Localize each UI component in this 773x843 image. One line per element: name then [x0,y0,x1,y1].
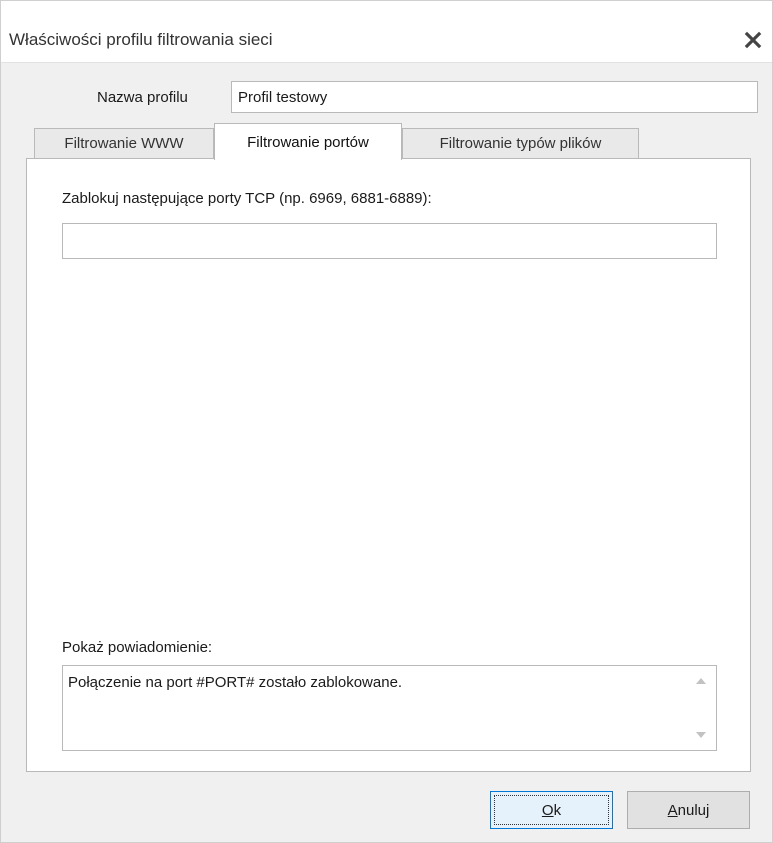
cancel-button[interactable]: Anuluj [627,791,750,829]
profile-name-label: Nazwa profilu [97,89,188,106]
close-icon [744,31,762,49]
window-title: Właściwości profilu filtrowania sieci [9,30,273,49]
notification-scrollbar[interactable] [686,666,716,750]
blocked-ports-label: Zablokuj następujące porty TCP (np. 6969… [62,190,432,207]
ok-button[interactable]: Ok [490,791,613,829]
tab-file-type-filtering[interactable]: Filtrowanie typów plików [402,128,639,158]
scroll-up-icon [696,678,706,684]
ok-label-rest: k [553,801,562,819]
cancel-mnemonic: A [667,801,678,819]
close-button[interactable] [734,23,772,57]
tab-label: Filtrowanie typów plików [439,135,602,152]
scroll-up-button[interactable] [686,670,716,692]
notification-textarea[interactable]: Połączenie na port #PORT# zostało zablok… [63,666,683,750]
blocked-ports-input[interactable] [62,223,717,259]
profile-name-input[interactable] [231,81,758,113]
cancel-button-label: Anuluj [668,802,710,819]
tab-panel-ports: Zablokuj następujące porty TCP (np. 6969… [26,158,751,772]
notification-box: Połączenie na port #PORT# zostało zablok… [62,665,717,751]
ok-mnemonic: O [541,801,554,819]
tab-port-filtering[interactable]: Filtrowanie portów [214,123,402,160]
scroll-down-icon [696,732,706,738]
tab-label: Filtrowanie portów [247,133,369,151]
dialog-window: Właściwości profilu filtrowania sieci Na… [0,0,773,843]
ok-button-label: Ok [542,802,561,819]
tab-web-filtering[interactable]: Filtrowanie WWW [34,128,214,158]
notification-label: Pokaż powiadomienie: [62,639,213,656]
scroll-down-button[interactable] [686,724,716,746]
tab-label: Filtrowanie WWW [64,135,184,152]
cancel-label-rest: nuluj [677,801,710,819]
title-bar[interactable]: Właściwości profilu filtrowania sieci [1,1,772,63]
